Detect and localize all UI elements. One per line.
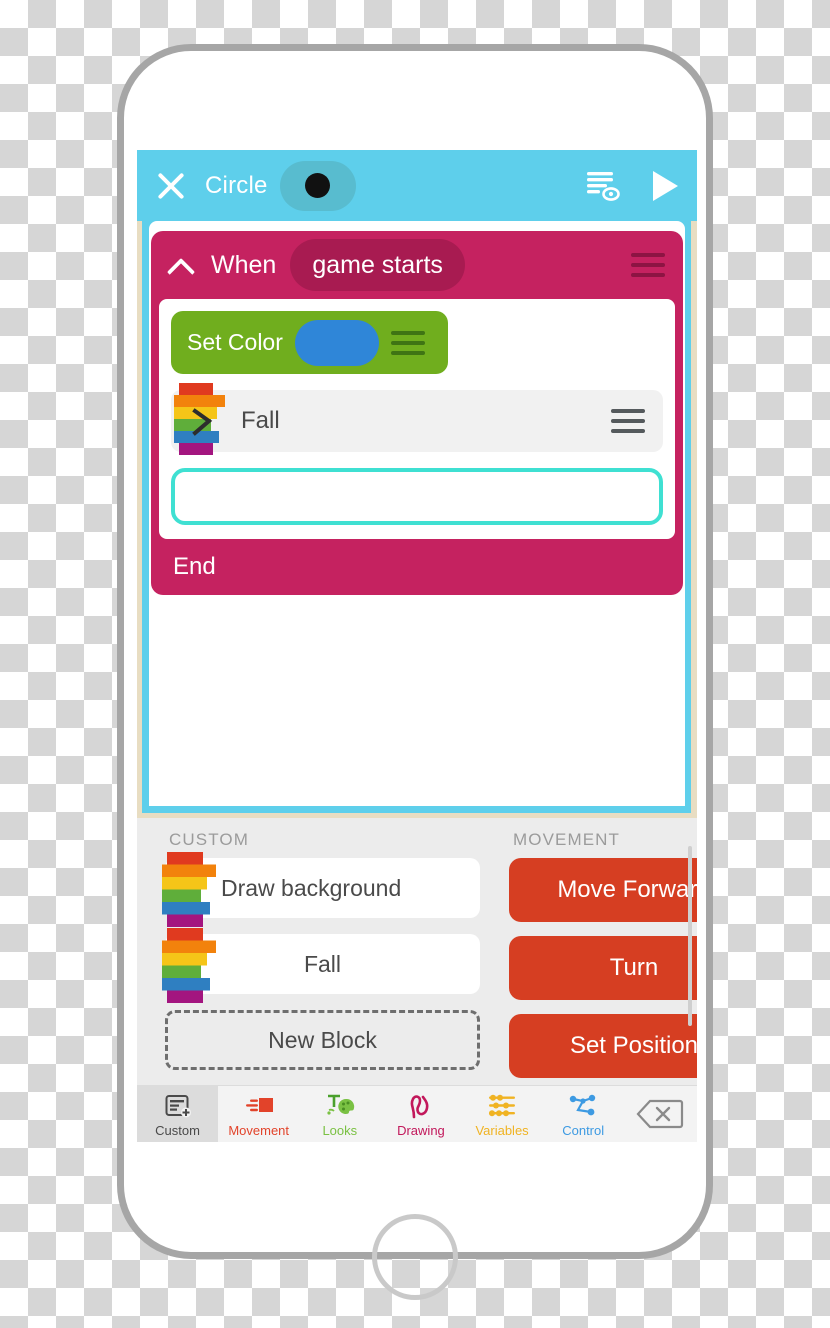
palette-item-turn[interactable]: Turn <box>509 936 697 1000</box>
category-tab-bar: Custom Movement Looks Drawing Variables … <box>137 1085 697 1142</box>
color-swatch[interactable] <box>294 319 379 366</box>
custom-block-add-icon <box>165 1091 191 1121</box>
custom-block-fall[interactable]: Fall <box>171 382 663 455</box>
play-triangle-icon[interactable] <box>649 169 681 203</box>
palette-custom-title: CUSTOM <box>169 830 249 849</box>
tab-movement[interactable]: Movement <box>218 1086 299 1142</box>
tab-label: Movement <box>228 1123 290 1138</box>
control-nodes-icon <box>568 1091 598 1121</box>
page-root: Circle When game starts Set Color Fall E… <box>0 0 830 1328</box>
black-circle-sprite-icon <box>305 173 331 198</box>
palette-item-move-forward[interactable]: Move Forward <box>509 858 697 922</box>
drawing-squiggle-icon <box>408 1091 434 1121</box>
rainbow-custom-block-icon <box>161 928 223 1003</box>
hamburger-menu-icon[interactable] <box>611 403 645 439</box>
custom-block-label: Fall <box>241 407 280 434</box>
palette-item-set-position[interactable]: Set Position <box>509 1014 697 1078</box>
set-color-label: Set Color <box>187 329 283 355</box>
tab-control[interactable]: Control <box>543 1086 624 1142</box>
script-header: When game starts <box>151 231 683 299</box>
tab-label: Control <box>562 1123 605 1138</box>
palette-scrollbar[interactable] <box>688 846 692 1026</box>
palette-item-draw-background[interactable]: Draw background <box>162 852 480 927</box>
chevron-up-icon[interactable] <box>167 257 193 273</box>
delete-backspace-icon[interactable] <box>624 1086 697 1142</box>
script-end-label: End <box>173 553 216 580</box>
top-bar: Circle <box>137 150 697 221</box>
tab-drawing[interactable]: Drawing <box>380 1086 461 1142</box>
empty-block-slot[interactable] <box>171 468 663 525</box>
looks-palette-icon <box>325 1091 355 1121</box>
tab-label: Drawing <box>397 1123 445 1138</box>
event-pill[interactable]: game starts <box>290 239 465 291</box>
new-block-button[interactable]: New Block <box>165 1010 480 1070</box>
home-button[interactable] <box>372 1214 458 1300</box>
app-screen: Circle When game starts Set Color Fall E… <box>137 150 697 1142</box>
palette-movement-column: MOVEMENT Move Forward Turn Set Position <box>509 818 697 1085</box>
tab-label: Looks <box>322 1123 358 1138</box>
set-color-block[interactable]: Set Color <box>171 311 448 374</box>
project-title: Circle <box>205 171 268 199</box>
palette-item-fall[interactable]: Fall <box>162 928 480 1003</box>
when-game-starts-script[interactable]: When game starts Set Color Fall End <box>151 231 683 595</box>
variables-sliders-icon <box>486 1091 518 1121</box>
close-x-icon[interactable] <box>155 170 187 202</box>
palette-custom-column: CUSTOM Draw background Fall New Block <box>162 818 480 1070</box>
tab-label: Variables <box>475 1123 529 1138</box>
hamburger-menu-icon[interactable] <box>631 247 665 283</box>
palette-movement-title: MOVEMENT <box>513 830 621 849</box>
hamburger-menu-icon[interactable] <box>390 325 425 361</box>
tab-looks[interactable]: Looks <box>299 1086 380 1142</box>
tab-variables[interactable]: Variables <box>462 1086 543 1142</box>
when-label: When <box>211 250 277 279</box>
tab-label: Custom <box>155 1123 200 1138</box>
rainbow-custom-block-icon <box>161 852 223 927</box>
rainbow-custom-block-icon <box>173 382 231 455</box>
tab-custom[interactable]: Custom <box>137 1086 219 1142</box>
list-eye-icon[interactable] <box>583 169 621 203</box>
sprite-selector-chip[interactable] <box>279 160 356 211</box>
script-workspace: When game starts Set Color Fall End <box>149 221 685 806</box>
movement-icon <box>244 1091 274 1121</box>
palette-item-label: Fall <box>303 950 342 977</box>
palette-item-label: Draw background <box>221 874 402 901</box>
block-palette: CUSTOM Draw background Fall New Block MO… <box>137 818 697 1085</box>
script-body: Set Color Fall <box>159 299 675 539</box>
